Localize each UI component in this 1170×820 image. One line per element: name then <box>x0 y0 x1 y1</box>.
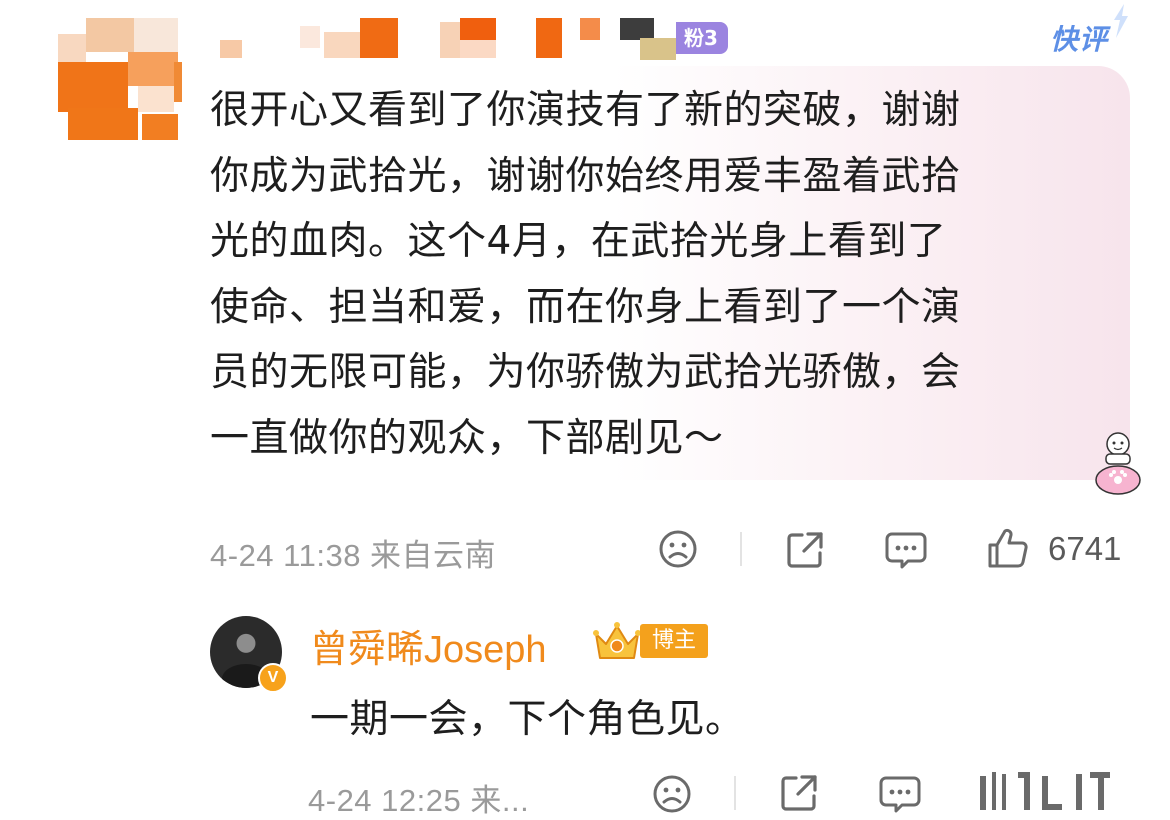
action-divider <box>734 776 736 810</box>
comment-icon[interactable] <box>878 774 922 814</box>
fan-level-badge: 粉3 <box>676 22 728 54</box>
quick-comment-icon <box>1114 4 1128 38</box>
share-icon[interactable] <box>778 772 820 814</box>
reply-meta: 4-24 12:25 来... <box>308 783 530 818</box>
sad-face-icon[interactable] <box>658 529 698 569</box>
action-divider <box>740 532 742 566</box>
like-count: 6741 <box>1048 530 1122 567</box>
verified-badge: V <box>258 663 288 693</box>
comment-text: 很开心又看到了你演技有了新的突破，谢谢 你成为武拾光，谢谢你始终用爱丰盈着武拾 … <box>210 88 961 461</box>
reply-text: 一期一会，下个角色见。 <box>310 697 745 742</box>
share-icon[interactable] <box>784 529 826 571</box>
crown-icon <box>593 622 641 659</box>
host-badge: 博主 <box>640 624 709 658</box>
reply-author-name[interactable]: 曾舜晞Joseph <box>310 618 547 673</box>
sad-face-icon[interactable] <box>652 774 692 814</box>
pixelated-avatar[interactable] <box>58 18 182 142</box>
comment-icon[interactable] <box>884 530 928 570</box>
thumbs-up-icon[interactable] <box>986 527 1030 569</box>
pixelated-username[interactable] <box>220 18 680 62</box>
comment-meta: 4-24 11:38 来自云南 <box>210 538 497 573</box>
cut-off-like-area <box>980 772 1120 814</box>
sticker-icon <box>1095 432 1141 495</box>
quick-comment-label[interactable]: 快评 <box>1050 18 1108 58</box>
